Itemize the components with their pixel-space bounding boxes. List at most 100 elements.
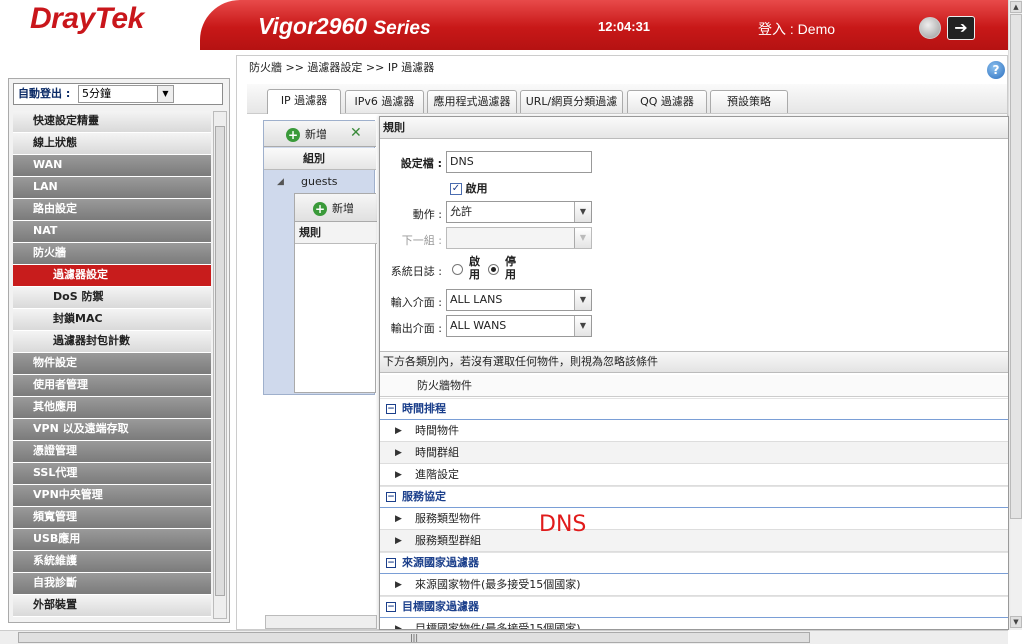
group-toolbar: + 新增 ✕ bbox=[264, 121, 376, 147]
sidebar-item[interactable]: LAN bbox=[13, 177, 211, 199]
sidebar-item[interactable]: 憑證管理 bbox=[13, 441, 211, 463]
add-rule-button[interactable]: + 新增 bbox=[313, 200, 354, 216]
row-time-object[interactable]: ▶ 時間物件 bbox=[380, 420, 1008, 442]
group-dest-country[interactable]: − 目標國家過濾器 bbox=[380, 596, 1008, 618]
syslog-label: 系統日誌 : bbox=[390, 265, 442, 278]
expand-arrow-icon[interactable]: ▶ bbox=[395, 574, 402, 596]
syslog-enable-radio[interactable]: 啟 用 bbox=[452, 255, 492, 283]
tab-app-filter[interactable]: 應用程式過濾器 bbox=[427, 90, 517, 113]
scroll-up-icon[interactable]: ▲ bbox=[1010, 1, 1022, 13]
sidebar-item[interactable]: 快速設定精靈 bbox=[13, 111, 211, 133]
dns-annotation: DNS bbox=[539, 512, 587, 537]
user-icon[interactable] bbox=[919, 17, 941, 39]
sidebar-item[interactable]: 頻寬管理 bbox=[13, 507, 211, 529]
add-icon: + bbox=[286, 128, 300, 142]
enable-checkbox[interactable]: ✓ 啟用 bbox=[450, 180, 488, 196]
group-source-country[interactable]: − 來源國家過濾器 bbox=[380, 552, 1008, 574]
group-time-schedule[interactable]: − 時間排程 bbox=[380, 398, 1008, 420]
rule-list: + 新增 規則 bbox=[294, 193, 377, 393]
row-dest-country-object[interactable]: ▶ 目標國家物件(最多接受15個國家) bbox=[380, 618, 1008, 630]
expand-triangle-icon[interactable]: ◢ bbox=[277, 172, 284, 192]
input-interface-select[interactable]: ALL LANS ▼ bbox=[446, 289, 592, 311]
row-source-country-object[interactable]: ▶ 來源國家物件(最多接受15個國家) bbox=[380, 574, 1008, 596]
window-scrollbar[interactable]: ▲ ▼ bbox=[1008, 0, 1022, 630]
help-icon[interactable]: ? bbox=[987, 61, 1005, 79]
auto-logout-select[interactable]: 5分鐘 ▼ bbox=[78, 85, 174, 103]
sidebar-item[interactable]: 路由設定 bbox=[13, 199, 211, 221]
group-time-label: 時間排程 bbox=[402, 402, 446, 415]
row-advanced[interactable]: ▶ 進階設定 bbox=[380, 464, 1008, 486]
row-service-object[interactable]: ▶ 服務類型物件 bbox=[380, 508, 1008, 530]
add-icon: + bbox=[313, 202, 327, 216]
sidebar-item[interactable]: 線上狀態 bbox=[13, 133, 211, 155]
collapse-icon[interactable]: − bbox=[386, 558, 396, 568]
next-group-select[interactable]: ▼ bbox=[446, 227, 592, 249]
sidebar-item[interactable]: DoS 防禦 bbox=[13, 287, 211, 309]
collapse-icon[interactable]: − bbox=[386, 404, 396, 414]
sidebar-item[interactable]: 外部裝置 bbox=[13, 595, 211, 617]
row-time-group[interactable]: ▶ 時間群組 bbox=[380, 442, 1008, 464]
action-select[interactable]: 允許 ▼ bbox=[446, 201, 592, 223]
add-group-button[interactable]: + 新增 bbox=[286, 126, 327, 142]
group-service[interactable]: − 服務協定 bbox=[380, 486, 1008, 508]
group-service-label: 服務協定 bbox=[402, 490, 446, 503]
scroll-down-icon[interactable]: ▼ bbox=[1010, 616, 1022, 628]
sidebar-item[interactable]: 過濾器設定 bbox=[13, 265, 211, 287]
tab-url-filter[interactable]: URL/網頁分類過濾 bbox=[520, 90, 623, 113]
sidebar-item[interactable]: 其他應用 bbox=[13, 397, 211, 419]
system-clock: 12:04:31 bbox=[598, 19, 651, 34]
group-src-country-label: 來源國家過濾器 bbox=[402, 556, 479, 569]
sidebar-item[interactable]: 防火牆 bbox=[13, 243, 211, 265]
expand-arrow-icon[interactable]: ▶ bbox=[395, 464, 402, 486]
sidebar-scrollbar[interactable] bbox=[213, 111, 227, 619]
sidebar-item[interactable]: USB應用 bbox=[13, 529, 211, 551]
chevron-down-icon: ▼ bbox=[574, 290, 591, 310]
collapse-icon[interactable]: − bbox=[386, 602, 396, 612]
sidebar-item[interactable]: 系統維護 bbox=[13, 551, 211, 573]
sidebar-item[interactable]: VPN中央管理 bbox=[13, 485, 211, 507]
filter-group-list: + 新增 ✕ 組別 ◢ guests + 新增 規則 bbox=[263, 120, 377, 395]
row-service-group[interactable]: ▶ 服務類型群組 bbox=[380, 530, 1008, 552]
rule-dialog: 規則 設定檔 : DNS ✓ 啟用 動作 : 允許 ▼ 下一組 : ▼ 系統日誌 … bbox=[379, 116, 1009, 630]
sidebar-item[interactable]: SSL代理 bbox=[13, 463, 211, 485]
sidebar-item[interactable]: WAN bbox=[13, 155, 211, 177]
sidebar-item[interactable]: 封鎖MAC bbox=[13, 309, 211, 331]
tab-default-policy[interactable]: 預設策略 bbox=[710, 90, 788, 113]
expand-arrow-icon[interactable]: ▶ bbox=[395, 508, 402, 530]
sidebar-item[interactable]: 自我診斷 bbox=[13, 573, 211, 595]
dst-country-object-label: 目標國家物件(最多接受15個國家) bbox=[415, 622, 581, 630]
collapse-icon[interactable]: − bbox=[386, 492, 396, 502]
next-group-label: 下一組 : bbox=[401, 234, 442, 247]
sidebar-item[interactable]: 物件設定 bbox=[13, 353, 211, 375]
syslog-enable-label: 啟 用 bbox=[469, 255, 480, 281]
input-interface-value: ALL LANS bbox=[450, 293, 503, 306]
chevron-down-icon: ▼ bbox=[574, 228, 591, 248]
expand-arrow-icon[interactable]: ▶ bbox=[395, 618, 402, 629]
add-rule-label: 新增 bbox=[332, 202, 354, 215]
radio-off-icon bbox=[452, 264, 463, 275]
sidebar-item[interactable]: 使用者管理 bbox=[13, 375, 211, 397]
scrollbar-thumb[interactable] bbox=[1010, 14, 1022, 519]
expand-arrow-icon[interactable]: ▶ bbox=[395, 442, 402, 464]
expand-arrow-icon[interactable]: ▶ bbox=[395, 530, 402, 552]
tab-ipv6-filter[interactable]: IPv6 過濾器 bbox=[345, 90, 424, 113]
tab-ip-filter[interactable]: IP 過濾器 bbox=[267, 89, 341, 114]
horizontal-scrollbar[interactable]: ||| bbox=[0, 630, 1008, 644]
group-row[interactable]: ◢ guests bbox=[264, 172, 376, 192]
chevron-down-icon: ▼ bbox=[574, 202, 591, 222]
sidebar-item[interactable]: VPN 以及遠端存取 bbox=[13, 419, 211, 441]
edit-tool-icon[interactable]: ✕ bbox=[350, 125, 362, 141]
service-object-label: 服務類型物件 bbox=[415, 512, 481, 525]
expand-arrow-icon[interactable]: ▶ bbox=[395, 420, 402, 442]
logout-icon[interactable]: ➔ bbox=[947, 16, 975, 40]
auto-logout: 自動登出 : 5分鐘 ▼ bbox=[13, 83, 223, 105]
output-interface-select[interactable]: ALL WANS ▼ bbox=[446, 315, 592, 337]
syslog-disable-radio[interactable]: 停 用 bbox=[488, 255, 528, 283]
list-scrollbar[interactable] bbox=[265, 615, 377, 629]
sidebar-item[interactable]: 過濾器封包計數 bbox=[13, 331, 211, 353]
sidebar-scrollbar-thumb[interactable] bbox=[215, 126, 225, 596]
horizontal-scrollbar-thumb[interactable]: ||| bbox=[18, 632, 810, 643]
profile-input[interactable]: DNS bbox=[446, 151, 592, 173]
sidebar-item[interactable]: NAT bbox=[13, 221, 211, 243]
tab-qq-filter[interactable]: QQ 過濾器 bbox=[627, 90, 707, 113]
